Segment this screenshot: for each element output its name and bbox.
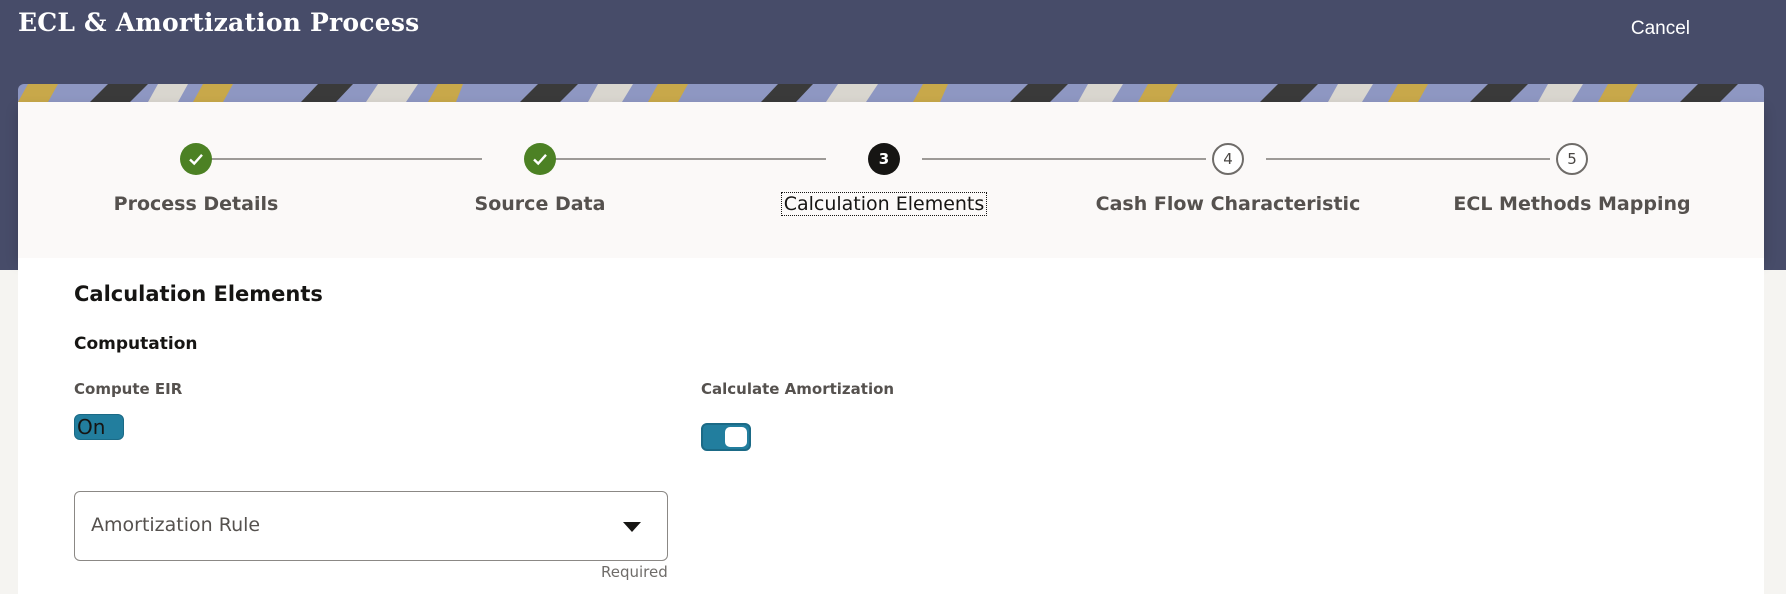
check-icon <box>180 143 212 175</box>
train-step-cash-flow-characteristic[interactable]: 4 Cash Flow Characteristic <box>1056 102 1400 258</box>
check-icon <box>524 143 556 175</box>
decorative-banner <box>18 84 1764 102</box>
step-number-badge: 5 <box>1556 143 1588 175</box>
train-step-calculation-elements[interactable]: 3 Calculation Elements <box>712 102 1056 258</box>
train-step-label: Process Details <box>113 193 279 215</box>
step-number-badge: 3 <box>868 143 900 175</box>
calculate-amortization-toggle[interactable] <box>701 423 751 451</box>
section-title: Calculation Elements <box>74 282 323 306</box>
cancel-button[interactable]: Cancel <box>1631 16 1690 42</box>
train-step-label: Source Data <box>474 193 606 215</box>
chevron-down-icon[interactable] <box>623 522 641 532</box>
train-step-ecl-methods-mapping[interactable]: 5 ECL Methods Mapping <box>1400 102 1744 258</box>
train-step-label: Calculation Elements <box>780 192 988 216</box>
process-train: Process Details Source Data 3 Calculatio… <box>18 102 1764 258</box>
compute-eir-switch[interactable]: On <box>74 414 124 440</box>
step-number-badge: 4 <box>1212 143 1244 175</box>
page-title: ECL & Amortization Process <box>18 8 420 37</box>
train-step-source-data[interactable]: Source Data <box>368 102 712 258</box>
compute-eir-label: Compute EIR <box>74 380 183 398</box>
toggle-knob <box>725 427 747 447</box>
required-helper-text: Required <box>601 563 668 581</box>
subsection-title: Computation <box>74 334 198 354</box>
content-panel: Calculation Elements Computation Compute… <box>18 258 1764 594</box>
train-step-label: Cash Flow Characteristic <box>1095 193 1361 215</box>
train-step-label: ECL Methods Mapping <box>1453 193 1691 215</box>
amortization-rule-label: Amortization Rule <box>91 514 261 536</box>
calculate-amortization-label: Calculate Amortization <box>701 380 895 398</box>
train-step-process-details[interactable]: Process Details <box>24 102 368 258</box>
amortization-rule-select[interactable]: Amortization Rule <box>74 491 668 561</box>
